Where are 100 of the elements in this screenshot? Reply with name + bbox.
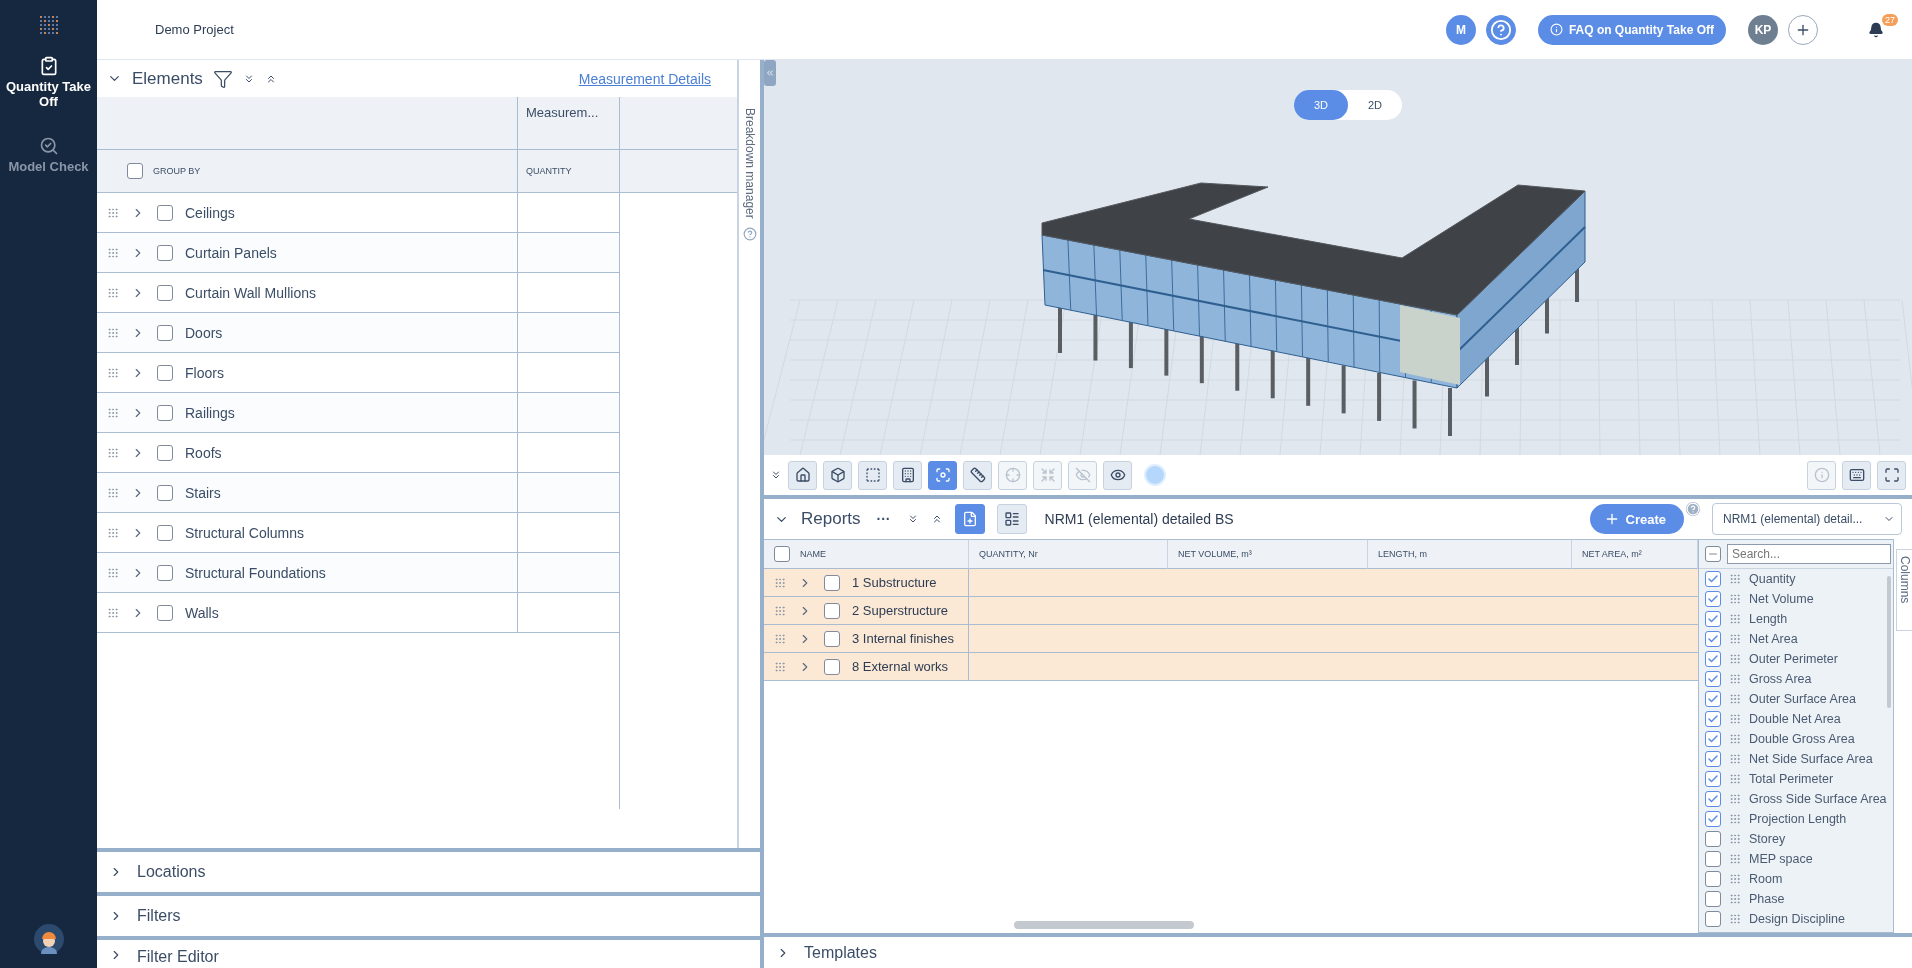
drag-handle-icon[interactable] bbox=[1729, 793, 1741, 805]
accordion-section[interactable]: Filters bbox=[97, 896, 760, 936]
checkbox[interactable] bbox=[824, 574, 840, 591]
column-header[interactable]: QUANTITY, Nr bbox=[969, 539, 1168, 569]
checkbox[interactable] bbox=[1705, 831, 1721, 847]
checkbox[interactable] bbox=[824, 658, 840, 675]
search-field[interactable]: Search... bbox=[1727, 544, 1891, 564]
checkbox[interactable] bbox=[1705, 751, 1721, 767]
checkbox[interactable] bbox=[157, 404, 173, 421]
viewer-tool-button[interactable] bbox=[858, 460, 887, 490]
report-row[interactable]: 1 Substructure bbox=[764, 569, 969, 597]
drag-handle-icon[interactable] bbox=[107, 246, 119, 259]
drag-handle-icon[interactable] bbox=[107, 406, 119, 419]
sidebar-item[interactable]: Quantity Take Off bbox=[0, 50, 97, 116]
checkbox[interactable] bbox=[157, 324, 173, 341]
checkbox[interactable] bbox=[157, 604, 173, 621]
accordion-section[interactable]: Filter Editor bbox=[97, 940, 760, 968]
checkbox[interactable] bbox=[1705, 911, 1721, 927]
checkbox[interactable] bbox=[1705, 731, 1721, 747]
checkbox[interactable] bbox=[1705, 671, 1721, 687]
drag-handle-icon[interactable] bbox=[1729, 573, 1741, 585]
checkbox[interactable] bbox=[1705, 811, 1721, 827]
drag-handle-icon[interactable] bbox=[1729, 733, 1741, 745]
checkbox[interactable] bbox=[157, 524, 173, 541]
drag-handle-icon[interactable] bbox=[1729, 833, 1741, 845]
group-row[interactable]: Roofs bbox=[97, 433, 518, 473]
drag-handle-icon[interactable] bbox=[1729, 893, 1741, 905]
viewer-tool-button[interactable] bbox=[963, 460, 992, 490]
checkbox[interactable] bbox=[1705, 851, 1721, 867]
checkbox[interactable] bbox=[1705, 771, 1721, 787]
model-viewer[interactable]: 3D 2D bbox=[764, 60, 1912, 455]
drag-handle-icon[interactable] bbox=[1729, 813, 1741, 825]
app-logo-icon[interactable] bbox=[37, 14, 60, 36]
drag-handle-icon[interactable] bbox=[1729, 913, 1741, 925]
checkbox[interactable] bbox=[157, 204, 173, 221]
group-row[interactable]: Curtain Wall Mullions bbox=[97, 273, 518, 313]
column-header[interactable]: NET AREA, m² bbox=[1572, 539, 1698, 569]
accordion-section[interactable]: Locations bbox=[97, 852, 760, 892]
measurement-details-link[interactable]: Measurement Details bbox=[578, 70, 711, 87]
report-row[interactable]: 8 External works bbox=[764, 653, 969, 681]
viewer-tool-button[interactable] bbox=[1103, 460, 1132, 490]
report-row[interactable]: 3 Internal finishes bbox=[764, 625, 969, 653]
drag-handle-icon[interactable] bbox=[1729, 593, 1741, 605]
help-button[interactable] bbox=[1485, 14, 1516, 45]
drag-handle-icon[interactable] bbox=[774, 604, 786, 617]
checkbox[interactable] bbox=[157, 244, 173, 261]
group-row[interactable]: Curtain Panels bbox=[97, 233, 518, 273]
drag-handle-icon[interactable] bbox=[107, 326, 119, 339]
report-row[interactable]: 2 Superstructure bbox=[764, 597, 969, 625]
drag-handle-icon[interactable] bbox=[107, 526, 119, 539]
drag-handle-icon[interactable] bbox=[1729, 713, 1741, 725]
template-select[interactable]: NRM1 (elemental) detail... bbox=[1712, 503, 1902, 535]
checkbox[interactable] bbox=[1705, 571, 1721, 587]
filter-icon[interactable] bbox=[212, 68, 233, 89]
horizontal-scrollbar[interactable] bbox=[1014, 921, 1194, 929]
notifications-button[interactable] bbox=[1868, 21, 1884, 38]
checkbox[interactable] bbox=[157, 484, 173, 501]
viewer-tool-button[interactable] bbox=[893, 460, 922, 490]
group-row[interactable]: Floors bbox=[97, 353, 518, 393]
color-swatch-icon[interactable] bbox=[1144, 464, 1166, 486]
column-header[interactable]: LENGTH, m bbox=[1368, 539, 1572, 569]
report-view-button[interactable] bbox=[996, 504, 1027, 534]
drag-handle-icon[interactable] bbox=[107, 566, 119, 579]
checkbox[interactable] bbox=[1705, 591, 1721, 607]
checkbox[interactable] bbox=[1705, 691, 1721, 707]
drag-handle-icon[interactable] bbox=[107, 486, 119, 499]
column-header[interactable]: NET VOLUME, m³ bbox=[1168, 539, 1368, 569]
select-all-checkbox[interactable] bbox=[774, 546, 790, 562]
sidebar-item[interactable]: Model Check bbox=[0, 129, 97, 181]
drag-handle-icon[interactable] bbox=[1729, 853, 1741, 865]
drag-handle-icon[interactable] bbox=[1729, 653, 1741, 665]
checkbox[interactable] bbox=[157, 444, 173, 461]
checkbox[interactable] bbox=[157, 564, 173, 581]
add-button[interactable] bbox=[1788, 14, 1818, 45]
column-header[interactable]: NAME bbox=[764, 539, 969, 569]
viewer-tool-button[interactable] bbox=[1842, 460, 1871, 490]
drag-handle-icon[interactable] bbox=[774, 660, 786, 673]
drag-handle-icon[interactable] bbox=[1729, 633, 1741, 645]
help-icon[interactable] bbox=[742, 226, 757, 241]
select-all-checkbox[interactable] bbox=[127, 163, 143, 179]
checkbox[interactable] bbox=[1705, 891, 1721, 907]
checkbox[interactable] bbox=[1705, 871, 1721, 887]
drag-handle-icon[interactable] bbox=[107, 366, 119, 379]
vertical-scrollbar[interactable] bbox=[1887, 576, 1891, 708]
group-row[interactable]: Ceilings bbox=[97, 193, 518, 233]
checkbox[interactable] bbox=[1705, 611, 1721, 627]
drag-handle-icon[interactable] bbox=[107, 446, 119, 459]
checkbox[interactable] bbox=[824, 630, 840, 647]
checkbox[interactable] bbox=[1705, 791, 1721, 807]
breakdown-manager-tab[interactable]: Breakdown manager bbox=[738, 60, 760, 848]
accordion-section[interactable]: Templates bbox=[764, 937, 1912, 968]
checkbox[interactable] bbox=[157, 364, 173, 381]
drag-handle-icon[interactable] bbox=[1729, 693, 1741, 705]
drag-handle-icon[interactable] bbox=[1729, 613, 1741, 625]
more-menu-button[interactable]: ··· bbox=[872, 511, 895, 527]
viewer-tool-button[interactable] bbox=[1877, 460, 1906, 490]
select-all-checkbox[interactable] bbox=[1705, 546, 1721, 562]
drag-handle-icon[interactable] bbox=[1729, 753, 1741, 765]
drag-handle-icon[interactable] bbox=[107, 606, 119, 619]
group-row[interactable]: Doors bbox=[97, 313, 518, 353]
